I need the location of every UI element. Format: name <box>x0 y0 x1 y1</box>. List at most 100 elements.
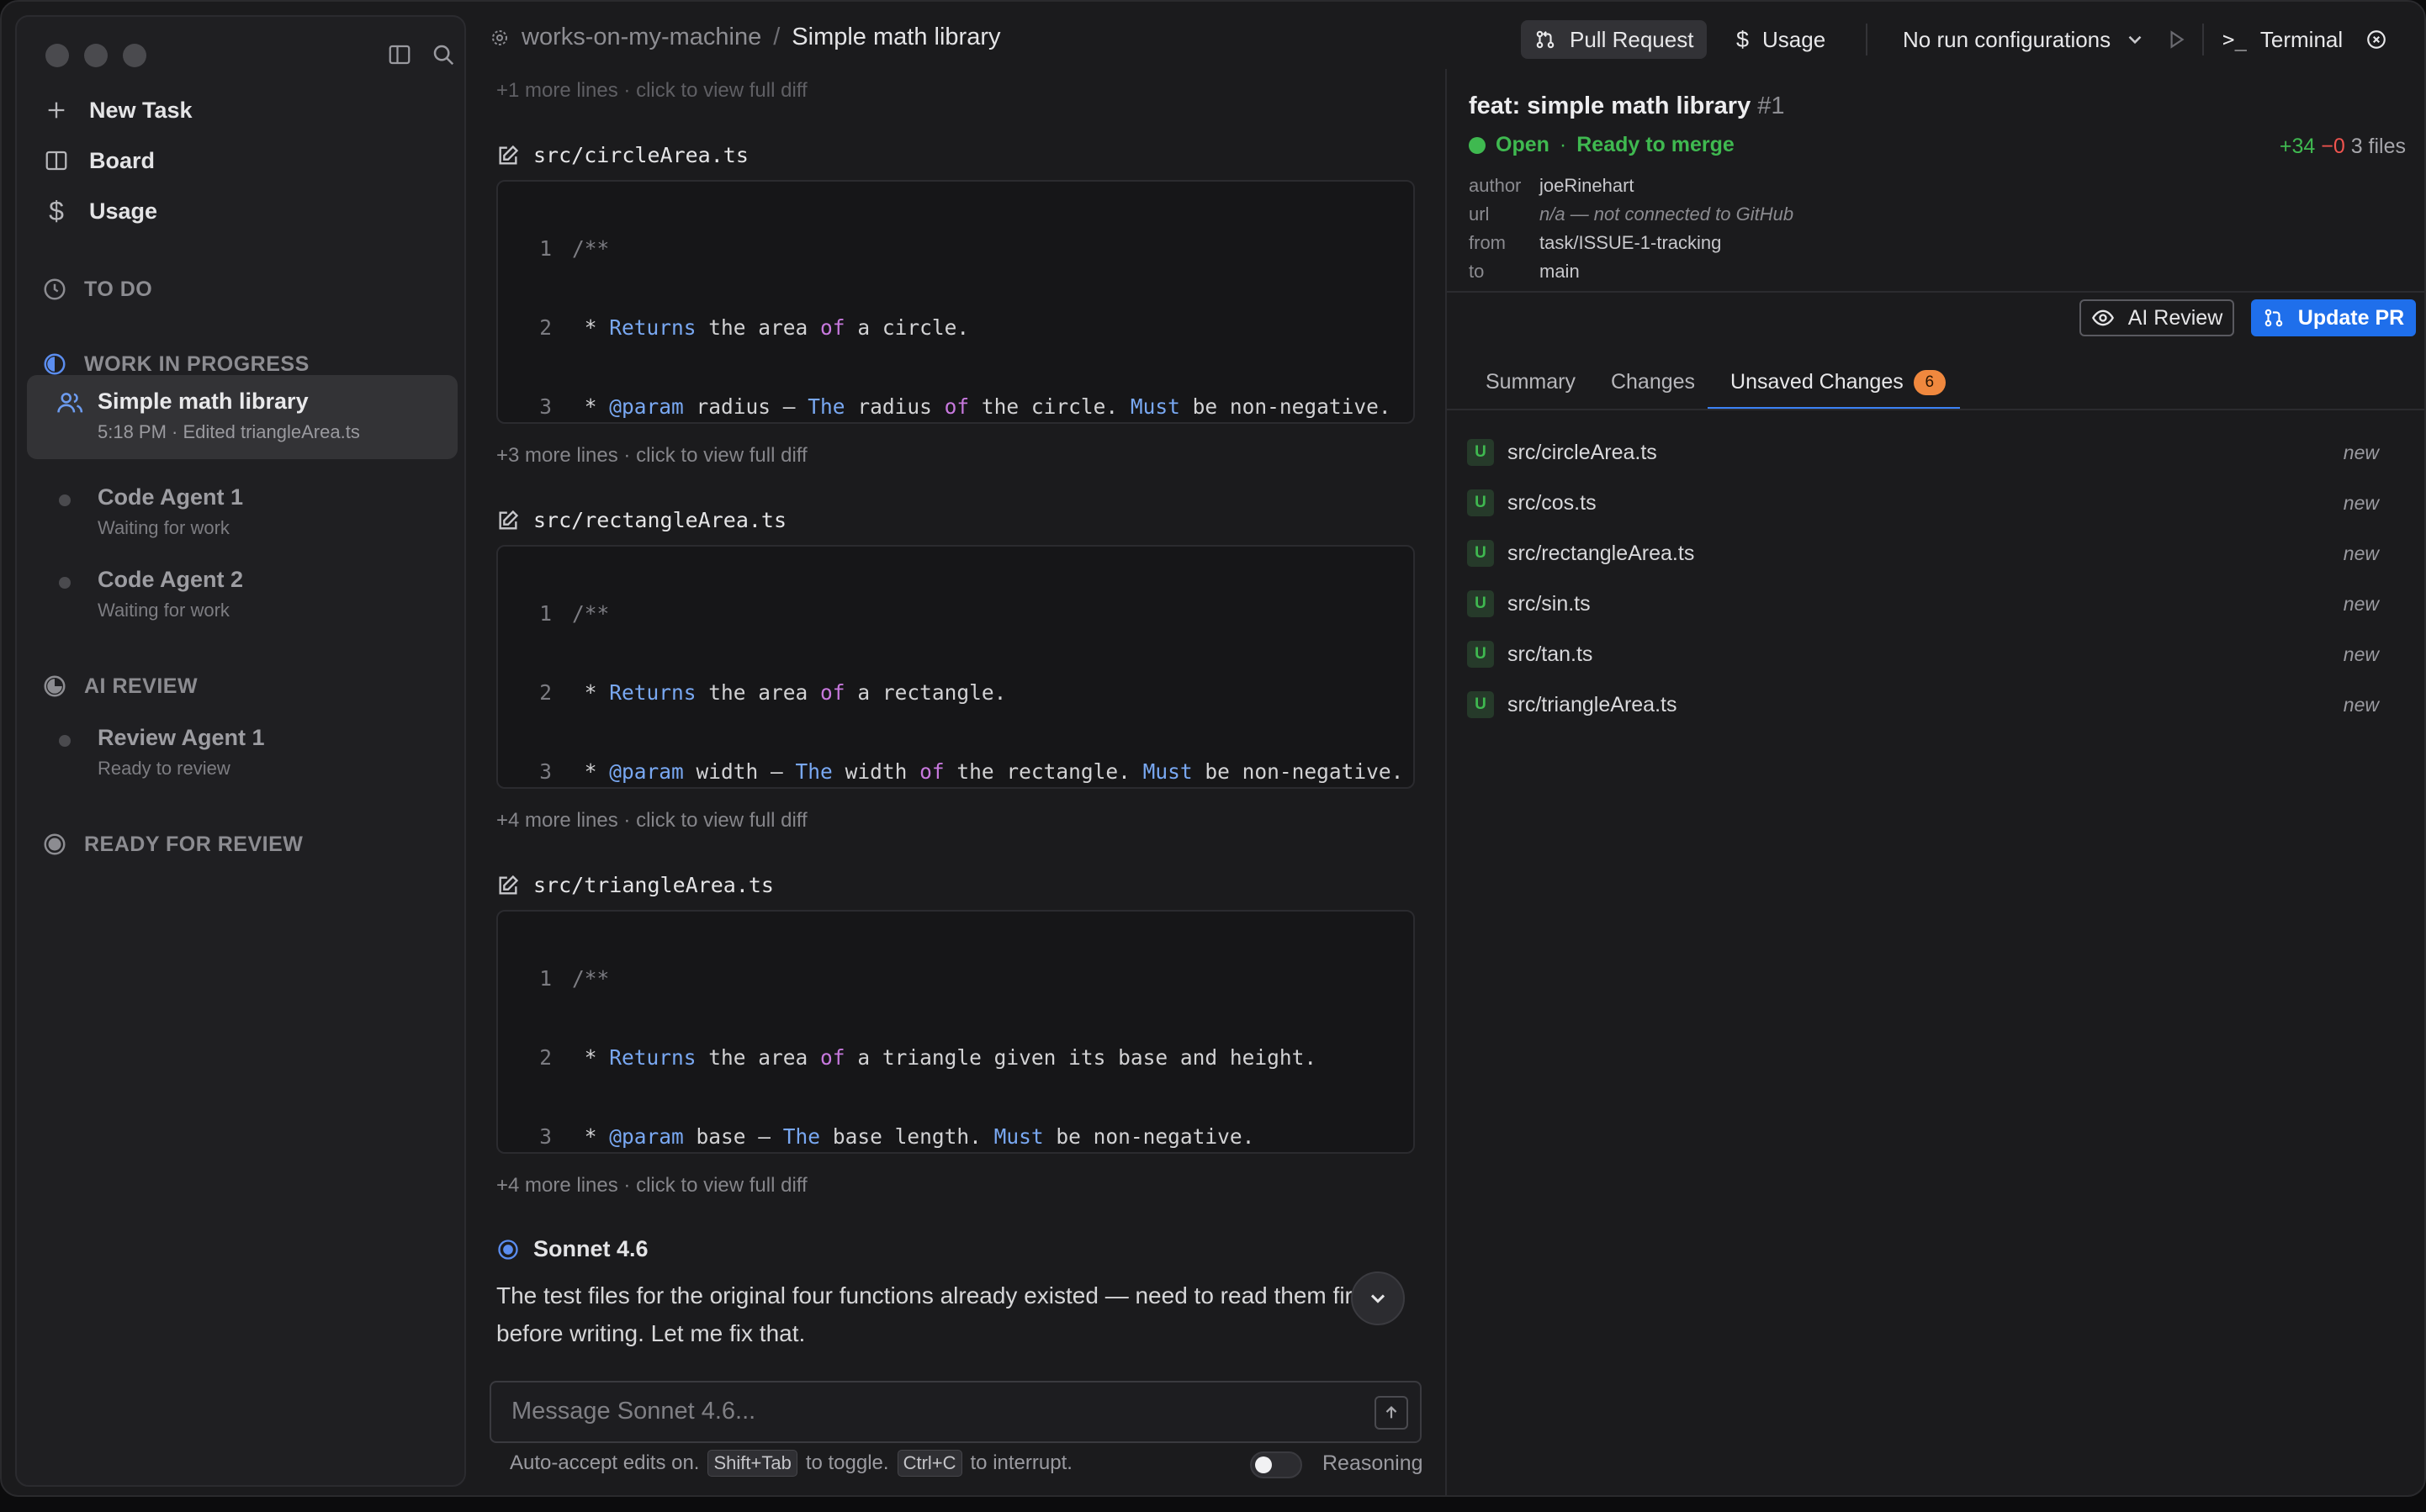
send-button[interactable] <box>1375 1396 1408 1430</box>
agent-status-dot <box>59 494 71 506</box>
pr-tabs: Summary Changes Unsaved Changes 6 <box>1486 370 1946 396</box>
section-todo-label: TO DO <box>84 277 153 301</box>
task-item-review-agent-1[interactable]: Review Agent 1 Ready to review <box>27 711 458 780</box>
update-pr-button[interactable]: Update PR <box>2251 299 2416 336</box>
expand-diff-link[interactable]: +1 more lines · click to view full diff <box>496 79 808 103</box>
search-icon[interactable] <box>431 42 456 67</box>
status-separator: · <box>1559 133 1567 156</box>
expand-diff-link[interactable]: +3 more lines · click to view full diff <box>496 444 808 468</box>
terminal-icon: >_ <box>2222 28 2247 51</box>
list-item[interactable]: Usrc/tan.ts new <box>1467 629 2401 679</box>
meta-to-branch: main <box>1539 261 1580 282</box>
expand-diff-link[interactable]: +4 more lines · click to view full diff <box>496 809 808 833</box>
plus-icon <box>42 96 71 124</box>
diff-file-name: src/circleArea.ts <box>533 143 749 167</box>
eye-icon <box>2091 309 2114 326</box>
files-count: 3 files <box>2350 135 2406 158</box>
list-item[interactable]: Usrc/cos.ts new <box>1467 478 2401 528</box>
minimize-window-button[interactable] <box>84 44 108 67</box>
ai-review-button[interactable]: AI Review <box>2079 299 2234 336</box>
dollar-icon: $ <box>49 195 64 226</box>
meta-key: to <box>1469 261 1485 282</box>
section-ai-review[interactable]: AI REVIEW <box>42 669 198 703</box>
toggle-sidebar-icon[interactable] <box>387 42 412 67</box>
dollar-icon: $ <box>1736 26 1750 52</box>
file-tag: new <box>2343 441 2379 463</box>
nav-usage[interactable]: $ Usage <box>42 188 157 234</box>
task-item-code-agent-1[interactable]: Code Agent 1 Waiting for work <box>27 471 458 539</box>
list-item[interactable]: Usrc/rectangleArea.ts new <box>1467 528 2401 579</box>
task-subtitle: 5:18 PM · Edited triangleArea.ts <box>98 421 360 442</box>
nav-new-task-label: New Task <box>89 97 193 123</box>
reasoning-toggle[interactable] <box>1250 1451 1302 1478</box>
shortcut-key: Shift+Tab <box>707 1450 797 1477</box>
breadcrumb-project[interactable]: works-on-my-machine <box>522 24 761 51</box>
diff-file-header[interactable]: src/triangleArea.ts <box>496 873 774 897</box>
file-tag: new <box>2343 491 2379 514</box>
pr-title-text: feat: simple math library <box>1469 93 1751 119</box>
chevron-down-icon <box>1370 1294 1385 1303</box>
tab-changes[interactable]: Changes <box>1611 370 1695 395</box>
tab-unsaved-changes-label: Unsaved Changes <box>1730 370 1904 394</box>
agent-status-dot <box>59 735 71 747</box>
model-name: Sonnet 4.6 <box>533 1236 649 1261</box>
pull-request-button[interactable]: Pull Request <box>1521 20 1708 59</box>
wip-status-icon <box>42 352 67 377</box>
tab-summary[interactable]: Summary <box>1486 370 1576 395</box>
run-config-dropdown[interactable]: No run configurations <box>1889 20 2159 59</box>
section-ready-label: READY FOR REVIEW <box>84 832 304 856</box>
agents-icon <box>56 389 84 417</box>
ai-review-status-icon <box>42 674 67 699</box>
line-number: 1 <box>539 966 552 991</box>
window-controls <box>45 44 146 67</box>
close-circle-icon <box>2367 30 2386 49</box>
nav-new-task[interactable]: New Task <box>42 87 193 133</box>
run-button[interactable] <box>2152 20 2201 59</box>
pull-request-label: Pull Request <box>1570 26 1694 52</box>
terminal-button[interactable]: >_ Terminal <box>2209 20 2356 59</box>
nav-board[interactable]: Board <box>42 138 155 183</box>
untracked-badge: U <box>1467 489 1494 516</box>
section-wip-label: WORK IN PROGRESS <box>84 352 310 376</box>
list-item[interactable]: Usrc/sin.ts new <box>1467 579 2401 629</box>
input-hint: Auto-accept edits on. Shift+Tab to toggl… <box>510 1450 1073 1477</box>
message-input[interactable]: Message Sonnet 4.6... <box>490 1381 1422 1443</box>
ai-review-label: AI Review <box>2127 305 2223 330</box>
edit-file-icon <box>499 510 519 529</box>
update-pr-label: Update PR <box>2297 305 2405 330</box>
usage-button[interactable]: $ Usage <box>1723 20 1839 59</box>
list-item[interactable]: Usrc/circleArea.ts new <box>1467 427 2401 478</box>
hint-text: to interrupt. <box>970 1451 1073 1474</box>
scroll-to-bottom-button[interactable] <box>1351 1271 1405 1325</box>
task-item-simple-math-library[interactable]: Simple math library 5:18 PM · Edited tri… <box>27 375 458 459</box>
ready-status-icon <box>42 832 67 857</box>
section-todo[interactable]: TO DO <box>42 272 152 306</box>
zoom-window-button[interactable] <box>123 44 146 67</box>
diff-code-block: 1/** 2 * Returns the area of a triangle … <box>496 910 1415 1154</box>
untracked-badge: U <box>1467 641 1494 668</box>
chat-transcript[interactable]: +1 more lines · click to view full diff … <box>481 69 1420 1465</box>
list-item[interactable]: Usrc/triangleArea.ts new <box>1467 679 2401 730</box>
breadcrumb: works-on-my-machine / Simple math librar… <box>490 24 1000 51</box>
diff-file-name: src/triangleArea.ts <box>533 873 774 897</box>
diff-file-header[interactable]: src/circleArea.ts <box>496 143 749 167</box>
line-number: 1 <box>539 601 552 626</box>
tab-unsaved-changes[interactable]: Unsaved Changes 6 <box>1730 370 1946 396</box>
usage-label: Usage <box>1762 26 1826 52</box>
close-panel-button[interactable] <box>2365 20 2387 59</box>
pr-number: #1 <box>1757 93 1785 119</box>
task-item-code-agent-2[interactable]: Code Agent 2 Waiting for work <box>27 553 458 621</box>
pull-request-icon <box>1536 30 1555 49</box>
edit-file-icon <box>499 145 519 164</box>
section-ready[interactable]: READY FOR REVIEW <box>42 827 303 861</box>
expand-diff-link[interactable]: +4 more lines · click to view full diff <box>496 1174 808 1197</box>
pull-request-panel: feat: simple math library #1 Open · Read… <box>1445 69 2424 1495</box>
open-status-dot <box>1469 136 1486 154</box>
divider <box>1447 409 2424 410</box>
meta-key: url <box>1469 204 1490 225</box>
close-window-button[interactable] <box>45 44 69 67</box>
divider <box>1866 24 1867 56</box>
diff-file-header[interactable]: src/rectangleArea.ts <box>496 508 787 532</box>
task-subtitle: Ready to review <box>98 758 230 779</box>
pull-request-icon <box>2264 309 2283 327</box>
